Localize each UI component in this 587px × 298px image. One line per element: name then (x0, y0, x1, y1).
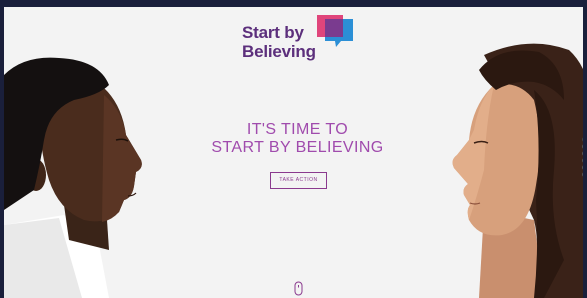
hero-headline: IT'S TIME TO START BY BELIEVING (4, 121, 583, 157)
site-logo[interactable]: Start by Believing (242, 13, 362, 63)
pagination-dot-1[interactable] (582, 137, 583, 142)
take-action-button[interactable]: TAKE ACTION (270, 172, 327, 189)
logo-wordmark: Start by Believing (242, 23, 316, 61)
mouse-scroll-icon[interactable] (294, 281, 303, 296)
slide-pagination (582, 137, 583, 177)
pagination-dot-5[interactable] (582, 165, 583, 170)
hero-section: Start by Believing IT'S TIME TO START BY… (0, 0, 587, 298)
speech-bubble-icon (317, 15, 353, 47)
pagination-dot-4[interactable] (582, 158, 583, 163)
pagination-dot-6[interactable] (582, 172, 583, 177)
pagination-dot-3[interactable] (582, 151, 583, 156)
pagination-dot-2[interactable] (582, 144, 583, 149)
hero-headline-line-1: IT'S TIME TO (246, 121, 349, 138)
logo-line-2: Believing (242, 42, 316, 61)
hero-headline-line-2: START BY BELIEVING (211, 139, 384, 156)
logo-line-1: Start by (242, 23, 304, 42)
